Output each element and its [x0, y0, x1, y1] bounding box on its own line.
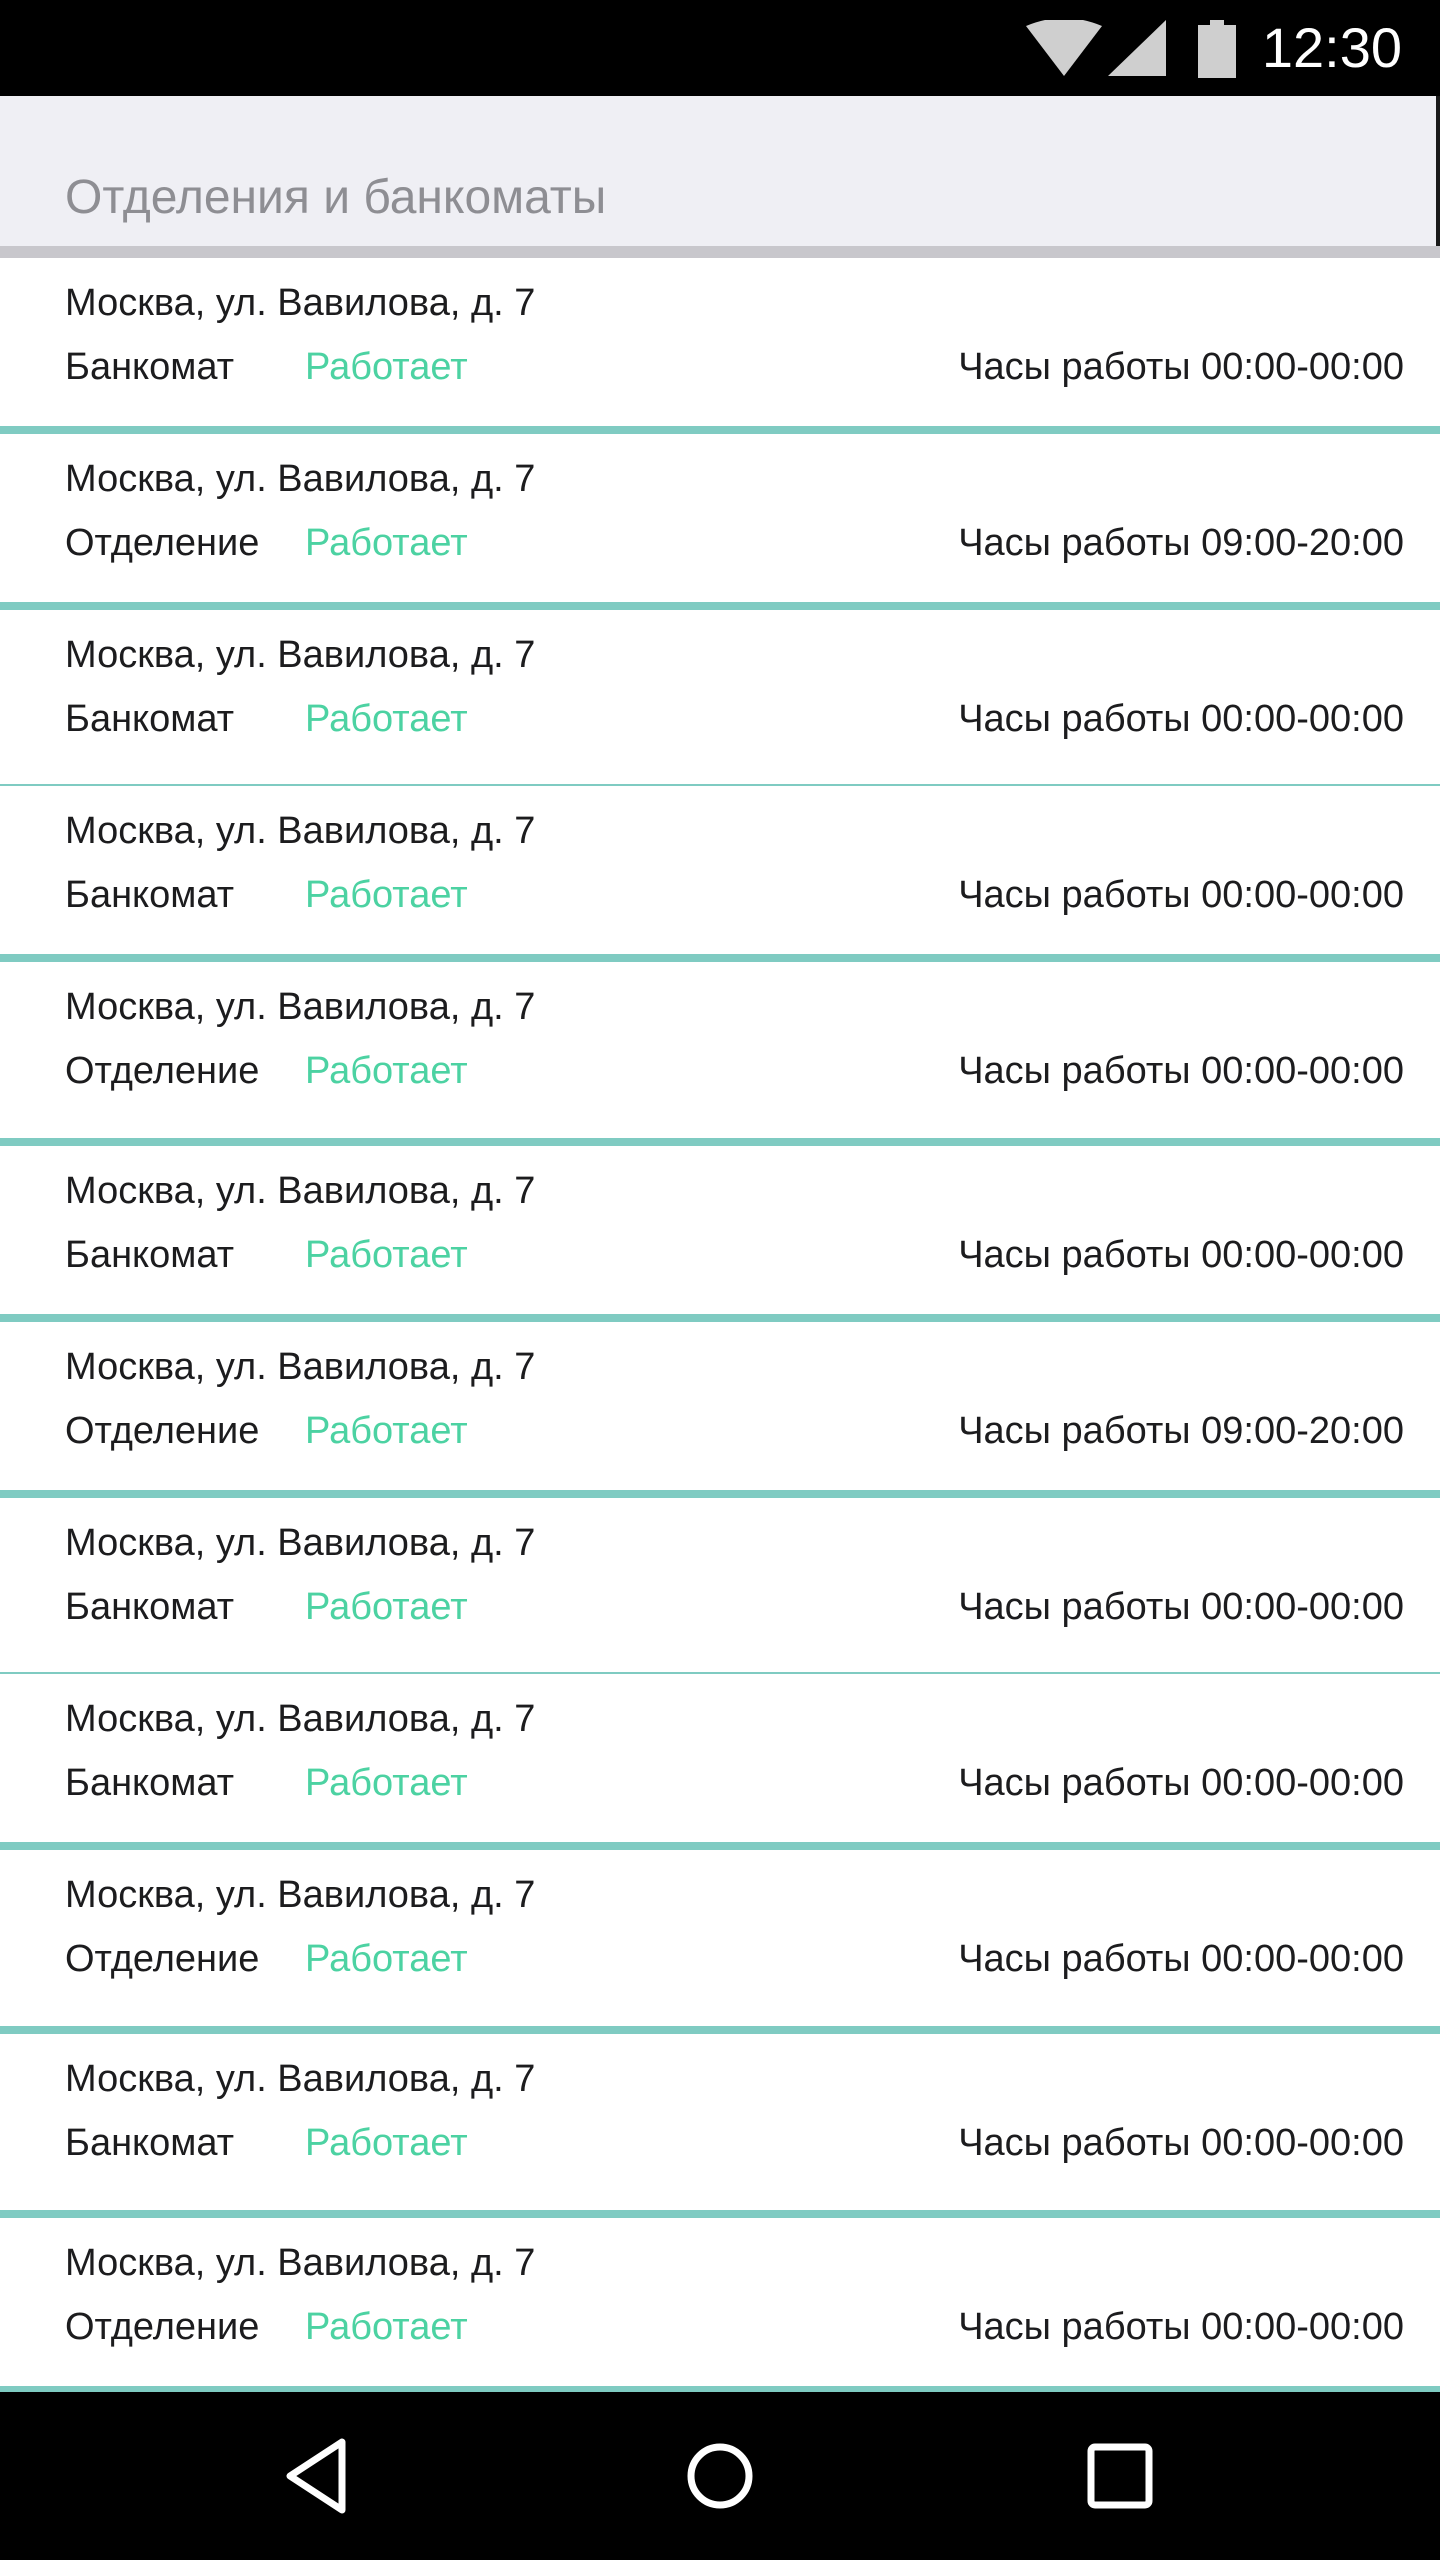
row-hours: Часы работы 00:00-00:00	[958, 1050, 1404, 1092]
row-address: Москва, ул. Вавилова, д. 7	[65, 282, 536, 324]
status-time: 12:30	[1261, 16, 1402, 79]
row-hours: Часы работы 09:00-20:00	[958, 1410, 1404, 1452]
status-badge: Работает	[305, 1938, 468, 1980]
list-item[interactable]: Москва, ул. Вавилова, д. 7 Отделение Работ…	[0, 1322, 1440, 1498]
list-item[interactable]: Москва, ул. Вавилова, д. 7 Банкомат Работа…	[0, 786, 1440, 962]
row-hours: Часы работы 00:00-00:00	[958, 1762, 1404, 1804]
locations-list[interactable]: Москва, ул. Вавилова, д. 7 Банкомат Работа…	[0, 258, 1440, 2394]
signal-icon	[1108, 20, 1166, 76]
status-badge: Работает	[305, 522, 468, 564]
row-address: Москва, ул. Вавилова, д. 7	[65, 986, 536, 1028]
row-hours: Часы работы 00:00-00:00	[958, 346, 1404, 388]
row-type: Отделение	[65, 1050, 260, 1092]
row-address: Москва, ул. Вавилова, д. 7	[65, 1170, 536, 1212]
status-badge: Работает	[305, 2306, 468, 2348]
section-header: Отделения и банкоматы	[0, 96, 1440, 246]
status-badge: Работает	[305, 1410, 468, 1452]
row-divider	[0, 1138, 1440, 1146]
row-divider	[0, 602, 1440, 610]
row-hours: Часы работы 00:00-00:00	[958, 2122, 1404, 2164]
status-badge: Работает	[305, 1050, 468, 1092]
row-type: Банкомат	[65, 1762, 235, 1804]
list-item[interactable]: Москва, ул. Вавилова, д. 7 Отделение Работ…	[0, 1850, 1440, 2034]
row-type: Банкомат	[65, 346, 235, 388]
row-hours: Часы работы 00:00-00:00	[958, 1586, 1404, 1628]
row-type: Банкомат	[65, 1586, 235, 1628]
row-divider	[0, 1842, 1440, 1850]
row-address: Москва, ул. Вавилова, д. 7	[65, 1698, 536, 1740]
list-item[interactable]: Москва, ул. Вавилова, д. 7 Отделение Работ…	[0, 962, 1440, 1146]
row-type: Отделение	[65, 2306, 260, 2348]
status-badge: Работает	[305, 1586, 468, 1628]
row-type: Банкомат	[65, 2122, 235, 2164]
status-bar: 12:30	[0, 0, 1440, 96]
status-badge: Работает	[305, 1762, 468, 1804]
row-divider	[0, 2210, 1440, 2218]
row-hours: Часы работы 09:00-20:00	[958, 522, 1404, 564]
list-item[interactable]: Москва, ул. Вавилова, д. 7 Банкомат Работа…	[0, 1498, 1440, 1674]
row-type: Отделение	[65, 1938, 260, 1980]
row-divider	[0, 2026, 1440, 2034]
row-hours: Часы работы 00:00-00:00	[958, 2306, 1404, 2348]
row-divider	[0, 426, 1440, 434]
list-item[interactable]: Москва, ул. Вавилова, д. 7 Банкомат Работа…	[0, 258, 1440, 434]
wifi-icon	[1026, 20, 1102, 76]
home-icon[interactable]	[678, 2434, 762, 2518]
list-item[interactable]: Москва, ул. Вавилова, д. 7 Банкомат Работа…	[0, 610, 1440, 786]
row-hours: Часы работы 00:00-00:00	[958, 1234, 1404, 1276]
navigation-bar	[0, 2392, 1440, 2560]
list-item[interactable]: Москва, ул. Вавилова, д. 7 Банкомат Работа…	[0, 1146, 1440, 1322]
status-badge: Работает	[305, 698, 468, 740]
status-badge: Работает	[305, 2122, 468, 2164]
row-address: Москва, ул. Вавилова, д. 7	[65, 1874, 536, 1916]
row-address: Москва, ул. Вавилова, д. 7	[65, 2058, 536, 2100]
row-address: Москва, ул. Вавилова, д. 7	[65, 634, 536, 676]
row-address: Москва, ул. Вавилова, д. 7	[65, 810, 536, 852]
row-divider	[0, 954, 1440, 962]
row-type: Банкомат	[65, 1234, 235, 1276]
list-item[interactable]: Москва, ул. Вавилова, д. 7 Отделение Работ…	[0, 2218, 1440, 2394]
list-item[interactable]: Москва, ул. Вавилова, д. 7 Банкомат Работа…	[0, 2034, 1440, 2218]
row-address: Москва, ул. Вавилова, д. 7	[65, 2242, 536, 2284]
row-type: Отделение	[65, 1410, 260, 1452]
status-badge: Работает	[305, 346, 468, 388]
status-badge: Работает	[305, 1234, 468, 1276]
header-divider	[0, 246, 1440, 258]
row-hours: Часы работы 00:00-00:00	[958, 874, 1404, 916]
recents-icon[interactable]	[1078, 2434, 1162, 2518]
status-badge: Работает	[305, 874, 468, 916]
row-type: Банкомат	[65, 874, 235, 916]
row-type: Банкомат	[65, 698, 235, 740]
row-address: Москва, ул. Вавилова, д. 7	[65, 1346, 536, 1388]
row-hours: Часы работы 00:00-00:00	[958, 698, 1404, 740]
page-title: Отделения и банкоматы	[65, 171, 607, 224]
row-type: Отделение	[65, 522, 260, 564]
back-icon[interactable]	[280, 2434, 364, 2518]
list-item[interactable]: Москва, ул. Вавилова, д. 7 Отделение Работ…	[0, 434, 1440, 610]
row-divider	[0, 1490, 1440, 1498]
row-hours: Часы работы 00:00-00:00	[958, 1938, 1404, 1980]
list-item[interactable]: Москва, ул. Вавилова, д. 7 Банкомат Работа…	[0, 1674, 1440, 1850]
battery-icon	[1198, 20, 1236, 78]
row-divider	[0, 1314, 1440, 1322]
row-address: Москва, ул. Вавилова, д. 7	[65, 1522, 536, 1564]
row-address: Москва, ул. Вавилова, д. 7	[65, 458, 536, 500]
